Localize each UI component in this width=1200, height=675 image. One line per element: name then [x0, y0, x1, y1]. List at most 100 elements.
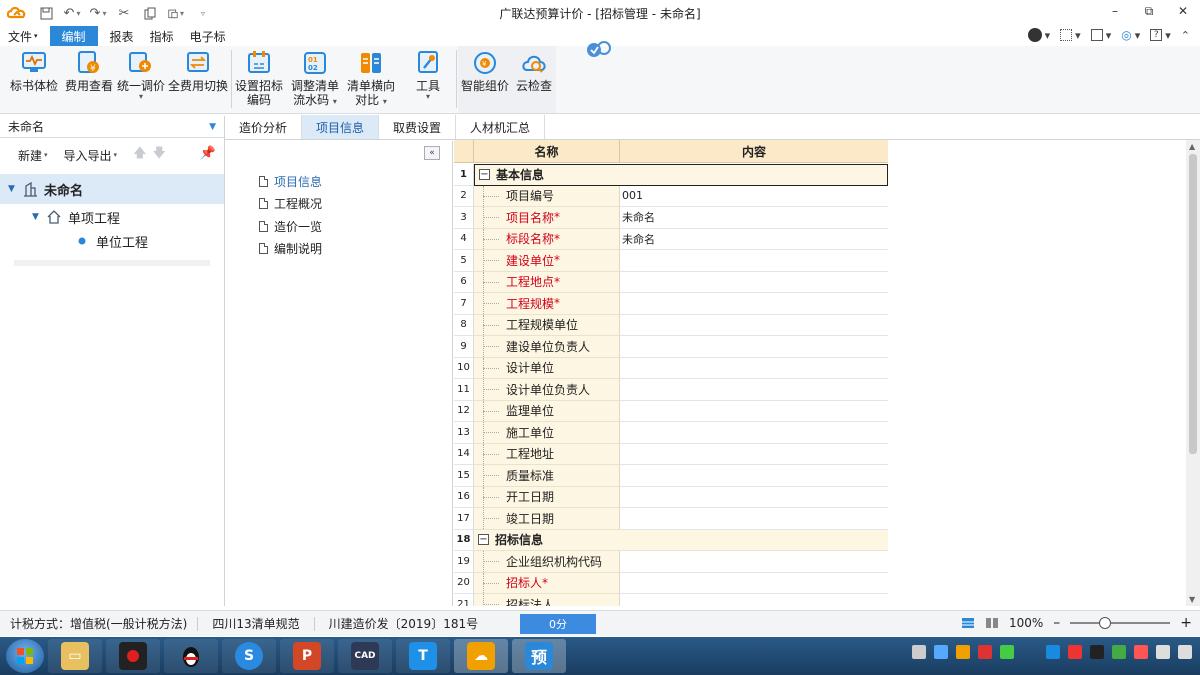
grid-row[interactable]: 12 监理单位 — [454, 400, 888, 422]
restore-icon[interactable]: ⧉ — [1132, 0, 1166, 22]
grid-row[interactable]: 2 项目编号 001 — [454, 185, 888, 207]
nav-item-overview[interactable]: 工程概况 — [259, 193, 322, 213]
content-cell[interactable] — [620, 314, 888, 336]
app-logo-icon[interactable] — [6, 4, 28, 22]
name-cell[interactable]: 建设单位 * — [474, 250, 620, 272]
nav-item-cost-summary[interactable]: 造价一览 — [259, 216, 322, 236]
content-cell[interactable] — [620, 551, 888, 573]
grid-row[interactable]: 11 设计单位负责人 — [454, 379, 888, 401]
undo-icon[interactable]: ↶ ▾ — [64, 5, 81, 21]
name-cell[interactable]: 企业组织机构代码 — [474, 551, 620, 573]
assistant-float-icon[interactable] — [584, 40, 614, 64]
cut-icon[interactable]: ✂ — [116, 5, 132, 21]
move-up-icon[interactable]: 🡅 — [133, 144, 146, 166]
zoom-in-icon[interactable]: + — [1180, 615, 1192, 631]
content-cell[interactable] — [620, 508, 888, 530]
grid-row[interactable]: 5 建设单位 * — [454, 250, 888, 272]
taskbar-powerpoint[interactable]: P — [280, 639, 334, 673]
taskbar-t-app[interactable]: T — [396, 639, 450, 673]
grid-row[interactable]: 6 工程地点 * — [454, 271, 888, 293]
nav-item-project-info[interactable]: 项目信息 — [259, 171, 322, 191]
grid-row[interactable]: 8 工程规模单位 — [454, 314, 888, 336]
tab-project-info[interactable]: 项目信息 — [302, 115, 380, 139]
content-cell[interactable] — [620, 572, 888, 594]
collapse-group-icon[interactable]: − — [479, 169, 490, 181]
tab-fee-settings[interactable]: 取费设置 — [379, 115, 457, 139]
collapse-pane-icon[interactable]: « — [424, 146, 440, 160]
project-selector[interactable]: 未命名 ▼ — [0, 116, 224, 138]
name-cell[interactable]: 工程规模单位 — [474, 314, 620, 336]
name-cell[interactable]: 工程地址 — [474, 443, 620, 465]
app-tray-icon[interactable] — [1046, 645, 1060, 659]
grid-row[interactable]: 13 施工单位 — [454, 422, 888, 444]
menu-report[interactable]: 报表 — [102, 26, 142, 46]
content-cell[interactable] — [620, 336, 888, 358]
close-icon[interactable]: ✕ — [1166, 0, 1200, 22]
name-cell[interactable]: 工程地点 * — [474, 271, 620, 293]
name-cell[interactable]: 质量标准 — [474, 465, 620, 487]
save-icon[interactable] — [38, 5, 54, 21]
content-cell[interactable] — [620, 250, 888, 272]
name-cell[interactable]: 招标人 * — [474, 572, 620, 594]
grid-row[interactable]: 16 开工日期 — [454, 486, 888, 508]
cloud-check-button[interactable]: 云检查 — [512, 48, 556, 110]
content-cell[interactable]: 未命名 — [620, 207, 888, 229]
set-bid-code-button[interactable]: 设置招标 编码 — [234, 48, 284, 110]
content-cell[interactable] — [620, 400, 888, 422]
network-tray-icon[interactable] — [934, 645, 948, 659]
full-cost-switch-button[interactable]: 全费用切换 — [168, 48, 228, 110]
name-cell[interactable]: 监理单位 — [474, 400, 620, 422]
grid-row[interactable]: 21 招标法人 — [454, 594, 888, 606]
grid-row[interactable]: 3 项目名称 * 未命名 — [454, 207, 888, 229]
input-tray-icon[interactable] — [1134, 645, 1148, 659]
content-cell[interactable] — [620, 443, 888, 465]
zoom-slider-thumb[interactable] — [1099, 617, 1112, 629]
minimize-icon[interactable]: – — [1098, 0, 1132, 22]
user-account-icon[interactable]: ▾ — [1027, 28, 1050, 42]
list-horizontal-compare-button[interactable]: 清单横向 对比 ▾ — [346, 48, 396, 110]
flash-tray-icon[interactable] — [978, 645, 992, 659]
unified-price-adjust-button[interactable]: 统一调价 ▾ — [116, 48, 166, 110]
tools-button[interactable]: 工具 ▾ — [408, 48, 448, 110]
help-icon[interactable]: ? ▾ — [1150, 29, 1171, 42]
grid-row[interactable]: 14 工程地址 — [454, 443, 888, 465]
paste-icon[interactable]: ▾ — [168, 5, 184, 21]
expand-toggle-icon[interactable]: ▼ — [8, 184, 20, 194]
record-tray-icon[interactable] — [1068, 645, 1082, 659]
name-cell[interactable]: 施工单位 — [474, 422, 620, 444]
content-cell[interactable] — [620, 486, 888, 508]
grid-row[interactable]: 19 企业组织机构代码 — [454, 551, 888, 573]
zoom-out-icon[interactable]: – — [1053, 615, 1060, 631]
copy-icon[interactable] — [142, 5, 158, 21]
volume-icon[interactable] — [1156, 645, 1170, 659]
scroll-up-icon[interactable]: ▲ — [1189, 142, 1195, 151]
menu-index[interactable]: 指标 — [142, 26, 182, 46]
tab-labor-material-summary[interactable]: 人材机汇总 — [456, 115, 546, 139]
name-cell[interactable]: 标段名称 * — [474, 228, 620, 250]
grid-row[interactable]: 17 竣工日期 — [454, 508, 888, 530]
scroll-down-icon[interactable]: ▼ — [1189, 595, 1195, 604]
name-cell[interactable]: 建设单位负责人 — [474, 336, 620, 358]
menu-edit[interactable]: 编制 — [49, 26, 98, 46]
grid-header-name[interactable]: 名称 — [474, 140, 620, 163]
split-view-icon[interactable] — [985, 616, 999, 630]
expand-toggle-icon[interactable]: ▼ — [32, 212, 44, 222]
name-cell[interactable]: 项目名称 * — [474, 207, 620, 229]
taskbar-budget[interactable]: 预 — [512, 639, 566, 673]
windows-start-icon[interactable] — [6, 639, 44, 673]
name-cell[interactable]: 招标法人 — [474, 594, 620, 606]
grid-row[interactable]: 20 招标人 * — [454, 572, 888, 594]
support-icon[interactable]: ◎ ▾ — [1121, 28, 1140, 42]
collapse-group-icon[interactable]: − — [478, 534, 489, 546]
normal-view-icon[interactable] — [961, 616, 975, 630]
menu-file[interactable]: 文件 ▾ — [0, 26, 46, 46]
zoom-slider[interactable] — [1070, 617, 1171, 629]
tree-item-project[interactable]: ▼ 未命名 — [0, 174, 224, 204]
score-indicator[interactable]: 0分 — [520, 614, 596, 634]
content-cell[interactable] — [620, 379, 888, 401]
grid-row[interactable]: 7 工程规模 * — [454, 293, 888, 315]
grid-row[interactable]: 4 标段名称 * 未命名 — [454, 228, 888, 250]
taskbar-recorder[interactable] — [106, 639, 160, 673]
scroll-thumb[interactable] — [1189, 154, 1197, 454]
grid-group-row[interactable]: 18− 招标信息 — [454, 529, 888, 551]
